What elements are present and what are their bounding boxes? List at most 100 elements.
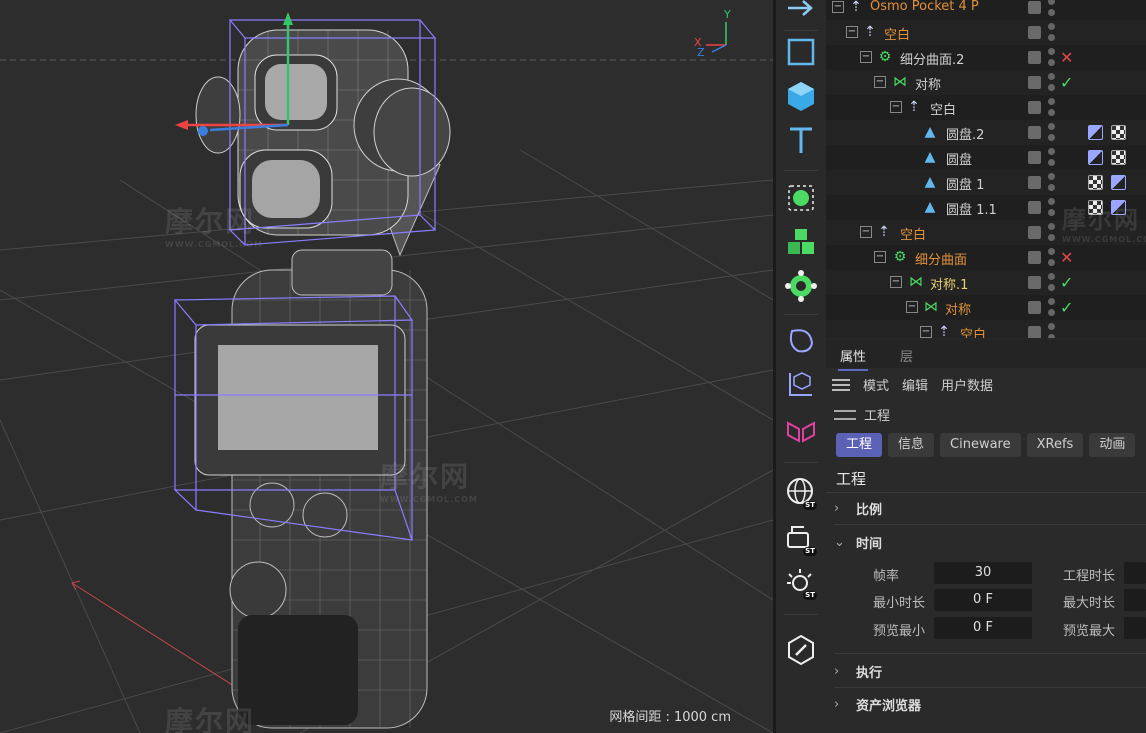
subtab-xrefs[interactable]: XRefs <box>1026 433 1084 457</box>
max-time-field[interactable] <box>1124 589 1146 611</box>
group-asset-browser[interactable]: › 资产浏览器 <box>834 691 921 717</box>
edit-toggle[interactable] <box>1028 1 1041 14</box>
visibility-dots[interactable] <box>1048 73 1055 95</box>
menu-mode[interactable]: 模式 <box>863 375 889 394</box>
symmetry-icon: ⋈ <box>909 274 923 290</box>
material-tag-icon[interactable] <box>1088 150 1103 165</box>
symmetry-icon[interactable] <box>779 412 823 452</box>
edit-toggle[interactable] <box>1028 76 1041 89</box>
pen-tag-icon[interactable] <box>779 630 823 670</box>
collapse-icon[interactable]: − <box>906 301 918 313</box>
collapse-icon[interactable]: − <box>860 226 872 238</box>
visibility-dots[interactable] <box>1048 248 1055 270</box>
collapse-icon[interactable]: − <box>890 276 902 288</box>
group-scale[interactable]: › 比例 <box>834 495 882 521</box>
collapse-icon[interactable]: − <box>890 101 902 113</box>
object-row[interactable]: − ⇡ 空白 <box>826 95 1146 120</box>
texture-tag-icon[interactable] <box>1111 150 1126 165</box>
edit-toggle[interactable] <box>1028 51 1041 64</box>
text-icon[interactable] <box>779 120 823 160</box>
material-tag-icon[interactable] <box>1111 175 1126 190</box>
object-row[interactable]: − ⋈ 对称.1 ✓ <box>826 270 1146 295</box>
object-row[interactable]: − ⇡ Osmo Pocket 4 P <box>826 0 1146 20</box>
subtab-cineware[interactable]: Cineware <box>940 433 1021 457</box>
edit-toggle[interactable] <box>1028 226 1041 239</box>
object-row[interactable]: − ⇡ 空白 <box>826 320 1146 338</box>
object-row[interactable]: − ⋈ 对称 ✓ <box>826 295 1146 320</box>
tab-attributes[interactable]: 属性 <box>837 346 869 371</box>
visibility-dots[interactable] <box>1048 198 1055 220</box>
enabled-check-icon[interactable]: ✓ <box>1060 273 1073 292</box>
texture-tag-icon[interactable] <box>1111 125 1126 140</box>
material-tag-icon[interactable] <box>1088 125 1103 140</box>
collapse-icon[interactable]: − <box>920 326 932 338</box>
visibility-dots[interactable] <box>1048 148 1055 170</box>
edit-toggle[interactable] <box>1028 251 1041 264</box>
collapse-icon[interactable]: − <box>874 251 886 263</box>
null-axis-icon[interactable] <box>779 364 823 404</box>
visibility-dots[interactable] <box>1048 48 1055 70</box>
edit-toggle[interactable] <box>1028 151 1041 164</box>
fps-field[interactable]: 30 <box>934 562 1032 584</box>
preview-min-field[interactable]: 0 F <box>934 617 1032 639</box>
edit-toggle[interactable] <box>1028 26 1041 39</box>
camera-st-icon[interactable]: ST <box>779 518 823 558</box>
visibility-dots[interactable] <box>1048 273 1055 295</box>
collapse-icon[interactable]: − <box>860 51 872 63</box>
visibility-dots[interactable] <box>1048 23 1055 45</box>
menu-user-data[interactable]: 用户数据 <box>941 375 993 394</box>
disabled-cross-icon[interactable]: ✕ <box>1060 48 1073 67</box>
visibility-dots[interactable] <box>1048 98 1055 120</box>
edit-toggle[interactable] <box>1028 126 1041 139</box>
collapse-icon[interactable]: − <box>832 1 844 13</box>
arrow-right-icon[interactable] <box>779 0 823 28</box>
enabled-check-icon[interactable]: ✓ <box>1060 73 1073 92</box>
collapse-icon[interactable]: − <box>846 26 858 38</box>
blocks-icon[interactable] <box>779 222 823 262</box>
preview-max-field[interactable] <box>1124 617 1146 639</box>
object-row[interactable]: ▲ 圆盘 <box>826 145 1146 170</box>
visibility-dots[interactable] <box>1048 123 1055 145</box>
texture-tag-icon[interactable] <box>1088 175 1103 190</box>
cube-icon[interactable] <box>779 76 823 116</box>
subtab-animation[interactable]: 动画 <box>1089 433 1136 457</box>
object-row[interactable]: ▲ 圆盘.2 <box>826 120 1146 145</box>
visibility-dots[interactable] <box>1048 173 1055 195</box>
group-execute[interactable]: › 执行 <box>834 658 882 684</box>
subtab-info[interactable]: 信息 <box>888 433 935 457</box>
menu-icon[interactable] <box>832 378 850 391</box>
project-length-field[interactable] <box>1124 562 1146 584</box>
project-sub-tabs: 工程 信息 Cineware XRefs 动画 <box>836 433 1136 457</box>
object-row[interactable]: ▲ 圆盘 1 <box>826 170 1146 195</box>
deformer-icon[interactable] <box>779 320 823 360</box>
subtab-project[interactable]: 工程 <box>836 433 883 457</box>
gear-generator-icon[interactable] <box>779 266 823 306</box>
min-time-field[interactable]: 0 F <box>934 589 1032 611</box>
edit-toggle[interactable] <box>1028 326 1041 338</box>
disabled-cross-icon[interactable]: ✕ <box>1060 248 1073 267</box>
light-st-icon[interactable]: ST <box>779 562 823 602</box>
edit-toggle[interactable] <box>1028 301 1041 314</box>
menu-edit[interactable]: 编辑 <box>902 375 928 394</box>
3d-viewport[interactable]: Y X Z 摩尔网 WWW.CGMOL.COM 摩尔网 WWW.CGMOL.COM … <box>0 0 773 733</box>
collapse-icon[interactable]: − <box>874 76 886 88</box>
object-row[interactable]: − ⚙ 细分曲面.2 ✕ <box>826 45 1146 70</box>
edit-toggle[interactable] <box>1028 101 1041 114</box>
edit-toggle[interactable] <box>1028 176 1041 189</box>
object-row[interactable]: − ⚙ 细分曲面 ✕ <box>826 245 1146 270</box>
object-row[interactable]: − ⋈ 对称 ✓ <box>826 70 1146 95</box>
tab-layers[interactable]: 层 <box>900 346 913 365</box>
group-time[interactable]: ⌄ 时间 <box>834 529 882 555</box>
plane-icon[interactable] <box>779 32 823 72</box>
viewport-scene[interactable] <box>0 0 773 733</box>
edit-toggle[interactable] <box>1028 201 1041 214</box>
edit-toggle[interactable] <box>1028 276 1041 289</box>
subdivision-icon[interactable] <box>779 178 823 218</box>
visibility-dots[interactable] <box>1048 323 1055 338</box>
object-row[interactable]: − ⇡ 空白 <box>826 20 1146 45</box>
visibility-dots[interactable] <box>1048 223 1055 245</box>
visibility-dots[interactable] <box>1048 0 1055 20</box>
visibility-dots[interactable] <box>1048 298 1055 320</box>
globe-st-icon[interactable]: ST <box>779 472 823 512</box>
enabled-check-icon[interactable]: ✓ <box>1060 298 1073 317</box>
